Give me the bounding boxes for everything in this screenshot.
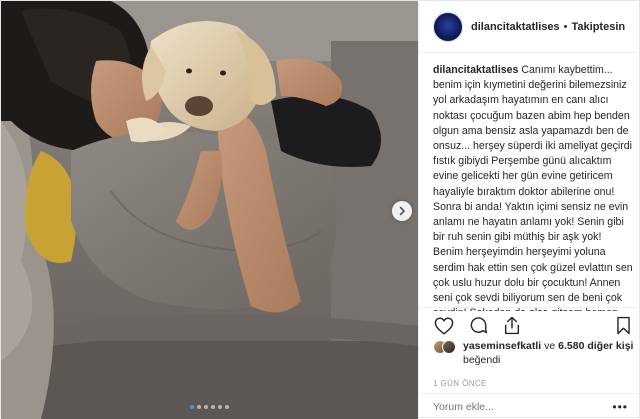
caption-username[interactable]: dilancitaktatlises (433, 64, 518, 76)
post-side-panel: dilancitaktatlises • Takiptesin dilancit… (418, 1, 640, 419)
photo-illustration (1, 1, 418, 419)
carousel-dot (225, 405, 229, 409)
carousel-dot (197, 405, 201, 409)
carousel-indicator (1, 405, 418, 409)
likes-count[interactable]: 6.580 diğer kişi (558, 340, 633, 352)
comment-input[interactable] (433, 400, 613, 413)
carousel-dot (218, 405, 222, 409)
post-caption: dilancitaktatlises Canımı kaybettim... b… (433, 63, 633, 311)
header-username[interactable]: dilancitaktatlises (471, 21, 560, 33)
carousel-next-button[interactable] (392, 201, 412, 221)
comment-icon (470, 317, 487, 334)
like-button[interactable] (433, 315, 455, 337)
share-icon (504, 316, 520, 335)
following-button[interactable]: Takiptesin (572, 21, 626, 33)
avatar[interactable] (433, 11, 463, 42)
liker-avatars (433, 340, 459, 356)
caption-text: Canımı kaybettim... benim için kıymetini… (433, 64, 633, 311)
bookmark-icon (616, 316, 630, 335)
header-separator: • (563, 20, 568, 33)
comment-bar: ••• (419, 393, 640, 419)
action-bar (419, 307, 640, 343)
carousel-dot (190, 405, 194, 409)
heart-icon (434, 316, 454, 335)
post-photo[interactable] (1, 1, 418, 419)
chevron-right-icon (399, 206, 405, 216)
instagram-post: dilancitaktatlises • Takiptesin dilancit… (0, 0, 640, 419)
comment-button[interactable] (467, 315, 489, 337)
likes-connector: ve (544, 340, 556, 352)
liker-username[interactable]: yaseminsefkatli (463, 340, 541, 352)
save-button[interactable] (612, 315, 634, 337)
likes-text: yaseminsefkatli ve 6.580 diğer kişi beğe… (463, 339, 633, 367)
carousel-dot (204, 405, 208, 409)
liker-avatar[interactable] (442, 340, 456, 354)
share-button[interactable] (501, 315, 523, 337)
likes-suffix: beğendi (463, 354, 501, 366)
post-header: dilancitaktatlises • Takiptesin (419, 1, 640, 53)
carousel-dot (211, 405, 215, 409)
post-timestamp[interactable]: 1 GÜN ÖNCE (433, 379, 487, 388)
likes-summary: yaseminsefkatli ve 6.580 diğer kişi beğe… (433, 339, 638, 367)
more-options-icon[interactable]: ••• (612, 400, 628, 414)
